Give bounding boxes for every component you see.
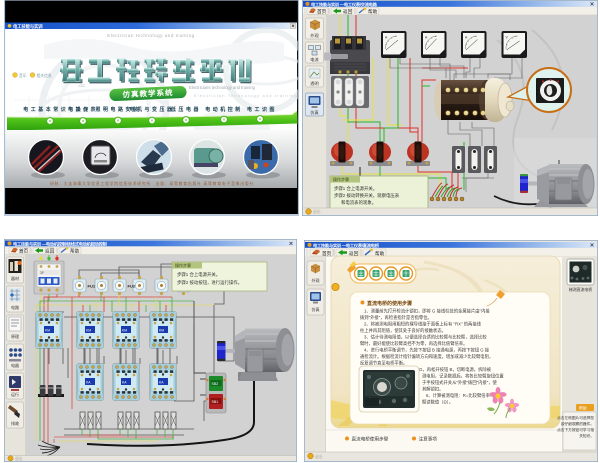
svg-text:首页: 首页 bbox=[317, 8, 327, 15]
svg-text:音乐: 音乐 bbox=[19, 73, 27, 78]
svg-text:电路: 电路 bbox=[11, 304, 19, 310]
svg-text:3P: 3P bbox=[40, 271, 44, 275]
svg-text:-CC: -CC bbox=[78, 83, 85, 88]
svg-text:原理: 原理 bbox=[11, 333, 19, 339]
svg-text:返回: 返回 bbox=[45, 248, 55, 255]
svg-text:4、进行电桥平衡调节，先按下按钮 B 接通电源，再按下按钮: 4、进行电桥平衡调节，先按下按钮 B 接通电源，再按下按钮 G 接 bbox=[364, 347, 490, 354]
svg-text:首页: 首页 bbox=[322, 250, 332, 257]
svg-text:退出: 退出 bbox=[315, 454, 323, 459]
svg-text:反复调节直至电桥平衡。: 反复调节直至电桥平衡。 bbox=[360, 360, 407, 367]
svg-text:欲仔细观察的器件。: 欲仔细观察的器件。 bbox=[561, 421, 594, 426]
svg-text:关知识。: 关知识。 bbox=[579, 433, 594, 438]
svg-text:电机与变压器: 电机与变压器 bbox=[130, 106, 175, 113]
svg-text:臂时，最好能使比较臂高挡不为零，再选择比值臂倍率。: 臂时，最好能使比较臂高挡不为零，再选择比值臂倍率。 bbox=[360, 340, 467, 347]
svg-text:Electricians technology and tr: Electricians technology and training bbox=[189, 85, 256, 90]
svg-text:梯测直流电桥: 梯测直流电桥 bbox=[569, 287, 592, 292]
svg-text:研制：大连海事大学信息工程学院信息技术研究所 出版：高等教育: 研制：大连海事大学信息工程学院信息技术研究所 出版：高等教育出版社 高等教育电子… bbox=[50, 181, 254, 186]
svg-text:外观: 外观 bbox=[310, 32, 319, 39]
svg-text:相关信息: 相关信息 bbox=[37, 73, 52, 78]
svg-text:KM: KM bbox=[159, 329, 164, 333]
svg-text:其解锁扣。: 其解锁扣。 bbox=[422, 386, 443, 393]
svg-text:KM: KM bbox=[122, 329, 127, 333]
svg-text:SB2: SB2 bbox=[212, 382, 219, 386]
svg-text:运行: 运行 bbox=[11, 391, 19, 397]
svg-text:FU1: FU1 bbox=[88, 284, 96, 289]
svg-text:电工技能与实训 —电动机控制\绕线式电动机起动控制: 电工技能与实训 —电动机控制\绕线式电动机起动控制 bbox=[13, 240, 107, 247]
svg-text:FU2: FU2 bbox=[128, 284, 136, 289]
svg-text:外观: 外观 bbox=[312, 277, 320, 283]
svg-text:Electrician Technology and: Electrician Technology and training bbox=[194, 93, 298, 98]
svg-text:帮助: 帮助 bbox=[579, 406, 587, 411]
svg-text:和电流表的现象。: 和电流表的现象。 bbox=[341, 199, 376, 206]
svg-text:电工仪表: 电工仪表 bbox=[68, 106, 98, 113]
svg-text:KA: KA bbox=[122, 381, 127, 385]
svg-text:低压电器: 低压电器 bbox=[170, 106, 201, 113]
svg-text:点击左侧图片可选择您: 点击左侧图片可选择您 bbox=[557, 415, 594, 420]
svg-text:器材: 器材 bbox=[11, 275, 19, 281]
svg-text:柱上并再其阻值，使其处于良好的接触状态。: 柱上并再其阻值，使其处于良好的接触状态。 bbox=[360, 327, 446, 334]
svg-text:帮助: 帮助 bbox=[368, 8, 378, 15]
svg-text:SB1: SB1 bbox=[212, 400, 219, 404]
svg-text:于手按钮式开关从"外接"拨回"内接"，使: 于手按钮式开关从"外接"拨回"内接"，使 bbox=[422, 379, 498, 386]
svg-text:电工技能与实训 —电工仪表\直流电桥: 电工技能与实训 —电工仪表\直流电桥 bbox=[313, 242, 380, 249]
svg-text:电工识图: 电工识图 bbox=[247, 106, 277, 113]
svg-text:KA: KA bbox=[159, 381, 164, 385]
svg-text:电工技能与实训: 电工技能与实训 bbox=[13, 23, 43, 30]
svg-text:臂读数值（Ω）。: 臂读数值（Ω）。 bbox=[422, 399, 453, 406]
svg-text:退出: 退出 bbox=[15, 456, 23, 461]
svg-text:操作步骤: 操作步骤 bbox=[175, 262, 191, 268]
svg-text:帮助: 帮助 bbox=[70, 248, 80, 255]
svg-text:通检流计。根据检流计指针偏转方向和速度，增加或减少比较臂电阻: 通检流计。根据检流计指针偏转方向和速度，增加或减少比较臂电阻， bbox=[360, 353, 493, 360]
svg-text:注意事项: 注意事项 bbox=[419, 436, 438, 443]
svg-text:Electrician technology and tra: Electrician technology and training bbox=[107, 33, 194, 38]
svg-text:KA: KA bbox=[86, 381, 91, 385]
svg-text:步骤2 按动按钮，进行运行操作。: 步骤2 按动按钮，进行运行操作。 bbox=[177, 279, 242, 286]
svg-text:3、估计待测电阻值，以便选择合适的比较臂与比较臂，选择比较: 3、估计待测电阻值，以便选择合适的比较臂与比较臂，选择比较 bbox=[364, 334, 487, 341]
svg-text:拨到"外接"，再检查指针是否指零位。: 拨到"外接"，再检查指针是否指零位。 bbox=[360, 314, 432, 321]
svg-text:步骤1 合上电源开关。: 步骤1 合上电源开关。 bbox=[177, 271, 220, 278]
svg-text:透明: 透明 bbox=[310, 80, 318, 87]
svg-text:操作步骤: 操作步骤 bbox=[333, 176, 349, 182]
svg-text:2、将被测电阻用粗短的裸导线接于面板上标有 "RX" 的两接: 2、将被测电阻用粗短的裸导线接于面板上标有 "RX" 的两接线 bbox=[364, 321, 482, 328]
svg-text:测电阻，记录数据后。将各比较臂旋钮位置: 测电阻，记录数据后。将各比较臂旋钮位置 bbox=[422, 373, 504, 380]
svg-text:电动机控制: 电动机控制 bbox=[205, 106, 242, 113]
svg-text:直流电桥使用步骤: 直流电桥使用步骤 bbox=[352, 436, 389, 443]
svg-text:KM: KM bbox=[45, 329, 50, 333]
svg-text:退出: 退出 bbox=[313, 209, 321, 214]
svg-text:排故: 排故 bbox=[11, 420, 19, 426]
svg-text:KM: KM bbox=[86, 329, 91, 333]
svg-text:返回: 返回 bbox=[343, 8, 353, 15]
svg-text:首页: 首页 bbox=[19, 248, 29, 255]
svg-text:步骤2 拨动转换开关，观察电压表: 步骤2 拨动转换开关，观察电压表 bbox=[334, 192, 400, 199]
svg-text:仿真: 仿真 bbox=[312, 306, 320, 312]
svg-text:电器: 电器 bbox=[11, 362, 19, 368]
svg-text:电工技能与实训 —电工仪表\交流电路: 电工技能与实训 —电工仪表\交流电路 bbox=[311, 1, 378, 8]
svg-text:仿真: 仿真 bbox=[310, 109, 318, 116]
svg-text:点击下方按钮可学习相: 点击下方按钮可学习相 bbox=[557, 427, 594, 432]
svg-text:电流: 电流 bbox=[310, 56, 319, 63]
svg-text:直流电桥的使用步骤: 直流电桥的使用步骤 bbox=[367, 300, 412, 307]
svg-text:1、测量前先打开检流计锁扣，即将 G 接线柱处的金属接片由": 1、测量前先打开检流计锁扣，即将 G 接线柱处的金属接片由"内接 bbox=[364, 308, 490, 315]
svg-text:步骤1 合上电源开关。: 步骤1 合上电源开关。 bbox=[334, 185, 377, 192]
